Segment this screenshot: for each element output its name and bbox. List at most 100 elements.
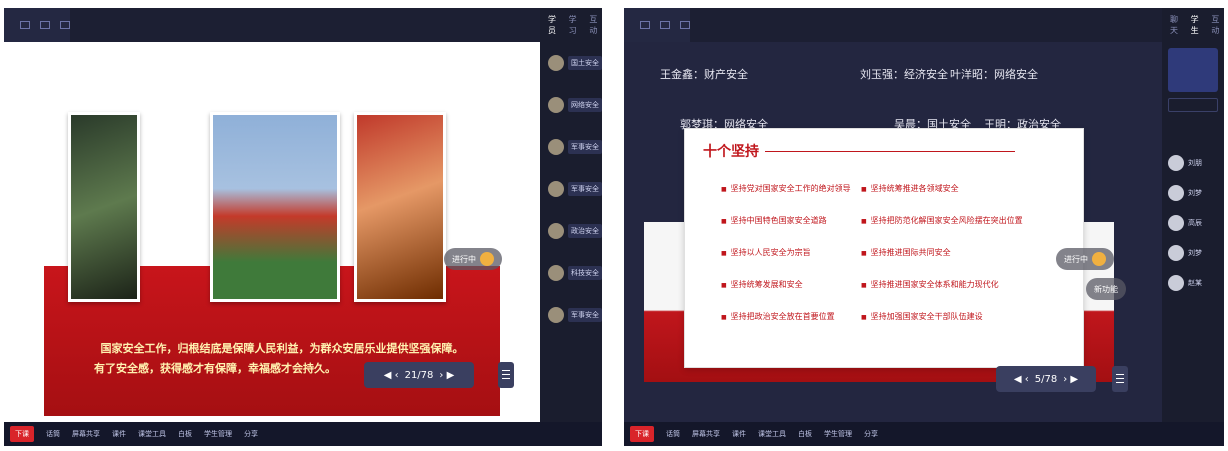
avatar [548,265,564,281]
student-manage-button[interactable]: 学生管理 [824,429,852,439]
record-icon[interactable] [680,21,690,29]
list-item: 坚持以人民安全为宗旨 [721,247,811,258]
list-item[interactable]: 刘梦 [1162,178,1224,208]
list-item: 坚持推进国家安全体系和能力现代化 [861,279,999,290]
student-name-label: 刘玉强：经济安全 [860,68,948,81]
screenshot-pair: 安全 车晨欣：科技安全 宋晓鹏：军事安全 国家安全工作，归根结底是保障人民利益，… [0,0,1228,451]
list-item[interactable]: 科技安全 [540,252,602,294]
signal-icon [640,21,650,29]
family-photo [354,112,446,302]
avatar [1168,245,1184,261]
next-icon[interactable]: › ▶ [1063,374,1078,385]
menu-button[interactable] [498,362,514,388]
sidebar-tabs: 学员 学习 互动 [540,8,602,42]
police-photo [68,112,140,302]
list-item: 坚持推进国际共同安全 [861,247,951,258]
presentation-slide: 安全 车晨欣：科技安全 宋晓鹏：军事安全 国家安全工作，归根结底是保障人民利益，… [4,42,540,426]
student-name-label: 车晨欣：科技安全 [194,50,282,63]
avatar [1168,215,1184,231]
avatar [548,97,564,113]
list-item[interactable]: 刘梦 [1162,238,1224,268]
bottom-toolbar: 下课 话筒 屏幕共享 课件 课堂工具 白板 学生管理 分享 [4,422,602,446]
feature-pill[interactable]: 新功能 [1086,278,1126,300]
student-name-label: 安全 [8,50,30,63]
content-panel: 十个坚持 坚持党对国家安全工作的绝对领导 坚持中国特色国家安全道路 坚持以人民安… [684,128,1084,368]
list-item[interactable]: 军事安全 [540,294,602,336]
sidebar-tabs: 聊天 学生 互动 [1162,8,1224,42]
class-tools-button[interactable]: 课堂工具 [758,429,786,439]
top-toolbar [4,8,70,42]
tab-study[interactable]: 学习 [569,14,582,36]
avatar [548,181,564,197]
microphone-button[interactable]: 话筒 [666,429,680,439]
tab-chat[interactable]: 聊天 [1170,14,1183,36]
left-classroom-window: 安全 车晨欣：科技安全 宋晓鹏：军事安全 国家安全工作，归根结底是保障人民利益，… [4,8,602,446]
slide-pager[interactable]: ◀ ‹ 5/78 › ▶ [996,366,1096,392]
list-item: 坚持中国特色国家安全道路 [721,215,827,226]
microphone-button[interactable]: 话筒 [46,429,60,439]
screen-icon[interactable] [660,21,670,29]
list-item[interactable]: 赵某 [1162,268,1224,298]
list-item: 坚持统筹推进各领域安全 [861,183,959,194]
avatar [548,223,564,239]
slide-caption: 国家安全工作，归根结底是保障人民利益，为群众安居乐业提供坚强保障。 [100,342,464,355]
avatar [548,307,564,323]
list-item: 坚持加强国家安全干部队伍建设 [861,311,983,322]
avatar [1168,275,1184,291]
title-rule [765,151,1015,152]
monument-photo [210,112,340,302]
screen-icon[interactable] [40,21,50,29]
status-pill[interactable]: 进行中 [444,248,502,270]
avatar [1168,185,1184,201]
list-item: 坚持把政治安全放在首要位置 [721,311,835,322]
list-item[interactable]: 军事安全 [540,168,602,210]
avatar [1168,155,1184,171]
panel-title: 十个坚持 [703,144,759,160]
list-item[interactable]: 高辰 [1162,208,1224,238]
end-class-button[interactable]: 下课 [10,426,34,442]
tab-students[interactable]: 学生 [1191,14,1204,36]
list-item: 坚持统筹发展和安全 [721,279,803,290]
student-name-label: 王金鑫：财产安全 [660,68,748,81]
courseware-button[interactable]: 课件 [112,429,126,439]
student-name-label: 叶洋昭：网络安全 [950,68,1038,81]
chat-sidebar: 聊天 学生 互动 刘朋 刘梦 高辰 刘梦 赵某 [1162,8,1224,422]
screen-share-button[interactable]: 屏幕共享 [72,429,100,439]
status-pill[interactable]: 进行中 [1056,248,1114,270]
slide-pager[interactable]: ◀ ‹ 21/78 › ▶ [364,362,474,388]
list-item[interactable]: 军事安全 [540,126,602,168]
prev-icon[interactable]: ◀ ‹ [1014,374,1029,385]
whiteboard-button[interactable]: 白板 [178,429,192,439]
next-icon[interactable]: › ▶ [439,370,454,381]
page-counter: 5/78 [1034,373,1058,385]
class-tools-button[interactable]: 课堂工具 [138,429,166,439]
list-item: 坚持党对国家安全工作的绝对领导 [721,183,851,194]
record-icon[interactable] [60,21,70,29]
page-counter: 21/78 [404,369,434,381]
list-item[interactable]: 国土安全 [540,42,602,84]
search-input[interactable] [1168,98,1218,112]
list-item[interactable]: 刘朋 [1162,148,1224,178]
notice-card [1168,48,1218,92]
avatar [1092,252,1106,266]
signal-icon [20,21,30,29]
prev-icon[interactable]: ◀ ‹ [384,370,399,381]
top-toolbar [624,8,690,42]
student-manage-button[interactable]: 学生管理 [204,429,232,439]
presentation-slide: 王金鑫：财产安全 刘玉强：经济安全 叶洋昭：网络安全 郭梦琪：网络安全 吴晨：国… [624,42,1162,426]
end-class-button[interactable]: 下课 [630,426,654,442]
courseware-button[interactable]: 课件 [732,429,746,439]
share-button[interactable]: 分享 [244,429,258,439]
list-item[interactable]: 网络安全 [540,84,602,126]
tab-interact[interactable]: 互动 [1211,14,1224,36]
menu-button[interactable] [1112,366,1128,392]
tab-interact[interactable]: 互动 [589,14,602,36]
screen-share-button[interactable]: 屏幕共享 [692,429,720,439]
list-item[interactable]: 政治安全 [540,210,602,252]
list-item: 坚持把防范化解国家安全风险摆在突出位置 [861,215,1023,226]
student-name-label: 宋晓鹏：军事安全 [364,50,452,63]
avatar [548,55,564,71]
share-button[interactable]: 分享 [864,429,878,439]
whiteboard-button[interactable]: 白板 [798,429,812,439]
tab-students[interactable]: 学员 [548,14,561,36]
